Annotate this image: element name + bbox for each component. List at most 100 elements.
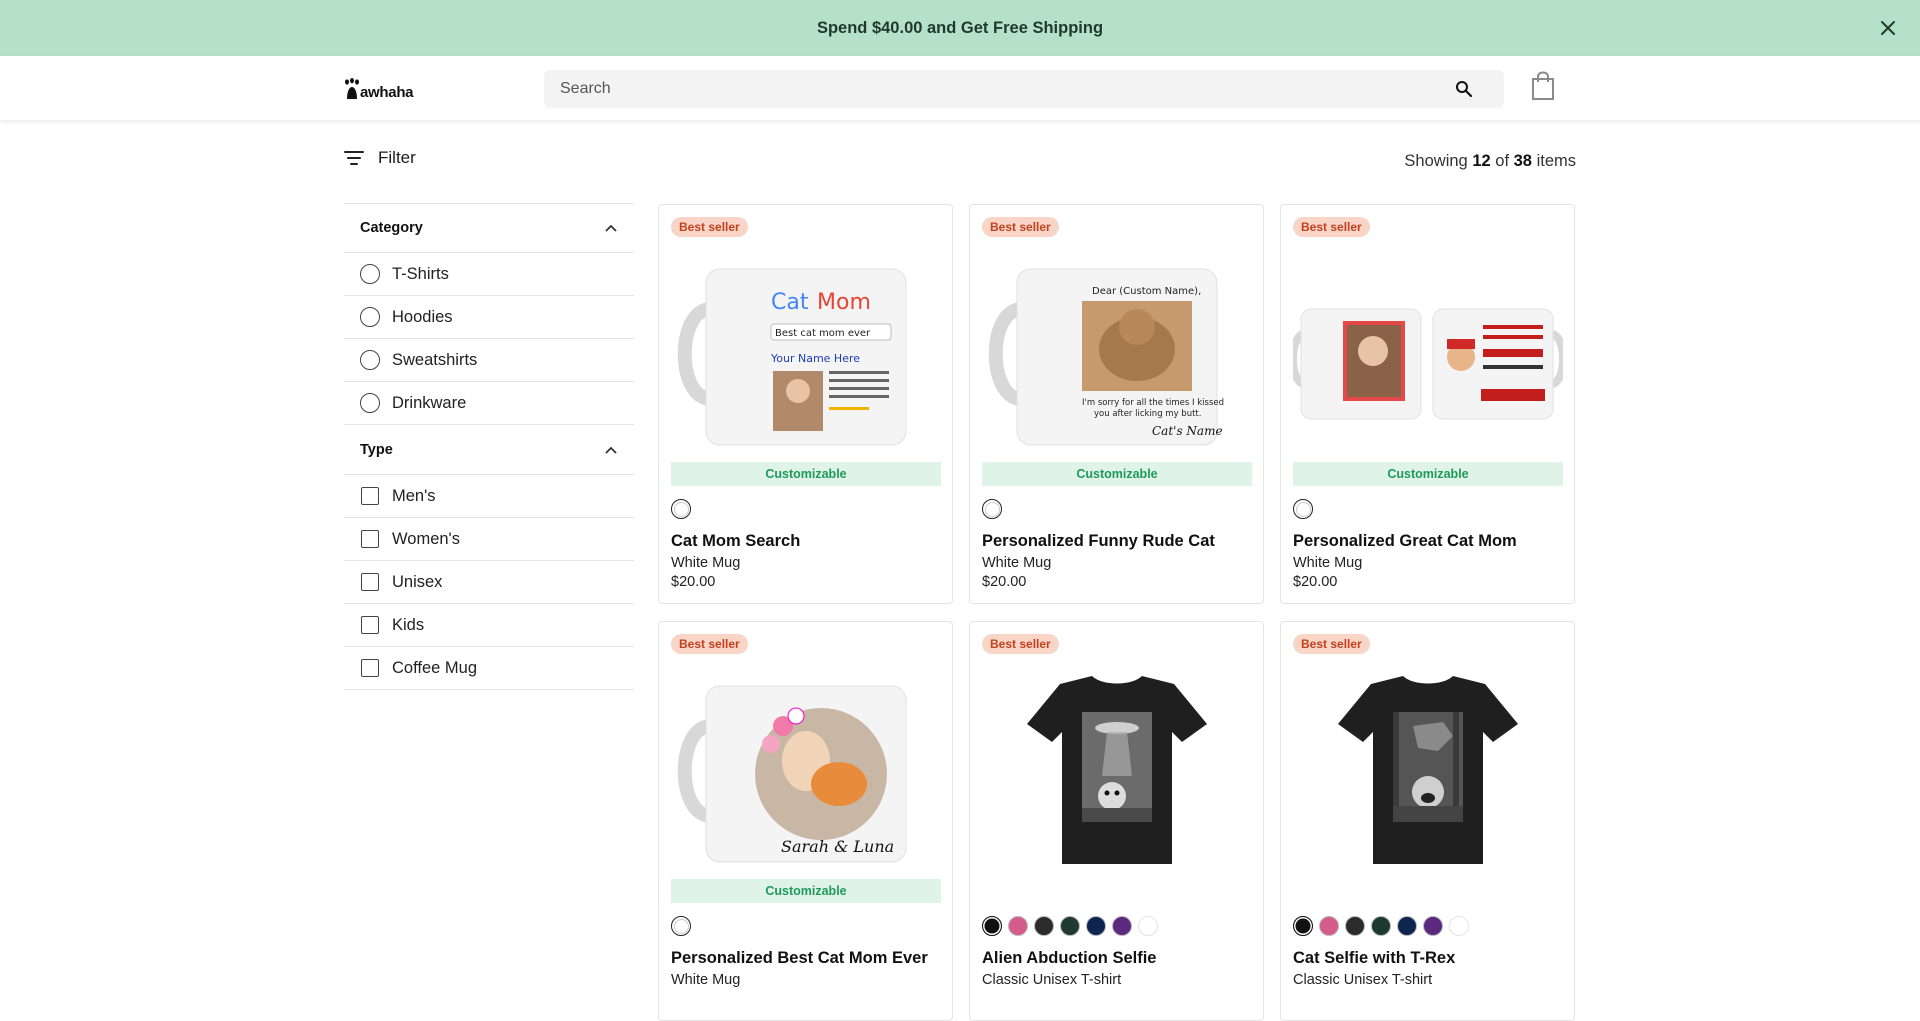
type-option-mens[interactable]: Men's — [344, 475, 634, 518]
checkbox[interactable] — [361, 487, 379, 505]
product-grid: Best seller Cat Mom Best cat mom ever Yo… — [658, 204, 1576, 1021]
showing-prefix: Showing — [1404, 152, 1468, 170]
customizable-tag: Customizable — [671, 462, 941, 486]
color-swatch-charcoal[interactable] — [1034, 916, 1054, 936]
close-icon[interactable] — [1876, 16, 1900, 40]
product-type: White Mug — [1293, 555, 1363, 571]
category-option-hoodies[interactable]: Hoodies — [344, 296, 634, 339]
product-card[interactable]: Best seller Alien Abduction Selfie Class… — [969, 621, 1264, 1021]
color-swatch-navy[interactable] — [1086, 916, 1106, 936]
radio-button[interactable] — [360, 393, 380, 413]
svg-text:I'm sorry for all the times I: I'm sorry for all the times I kissed — [1082, 398, 1224, 408]
items-word: items — [1536, 152, 1576, 170]
option-label: Drinkware — [392, 393, 467, 412]
product-card[interactable]: Best seller Cat Selfie with T-Rex Classi… — [1280, 621, 1575, 1021]
color-swatch-white[interactable] — [1449, 916, 1469, 936]
category-option-sweatshirts[interactable]: Sweatshirts — [344, 339, 634, 382]
category-option-tshirts[interactable]: T-Shirts — [344, 253, 634, 296]
type-section-header[interactable]: Type — [344, 425, 634, 475]
product-image[interactable] — [982, 656, 1252, 864]
checkbox[interactable] — [361, 616, 379, 634]
radio-button[interactable] — [360, 264, 380, 284]
color-swatch-white[interactable] — [1138, 916, 1158, 936]
search-input[interactable] — [560, 80, 1454, 98]
filter-icon — [344, 151, 364, 165]
best-seller-badge: Best seller — [1293, 217, 1370, 237]
color-swatch-white[interactable] — [671, 916, 691, 936]
type-option-coffee-mug[interactable]: Coffee Mug — [344, 647, 634, 690]
product-name[interactable]: Cat Mom Search — [671, 532, 800, 551]
product-card[interactable]: Best seller Dear (Custom Name), I'm sorr… — [969, 204, 1264, 604]
search-bar[interactable] — [544, 70, 1504, 108]
logo-text: awhaha — [360, 84, 414, 101]
checkbox[interactable] — [361, 573, 379, 591]
color-swatches — [982, 499, 1002, 519]
best-seller-badge: Best seller — [982, 634, 1059, 654]
color-swatches — [671, 499, 691, 519]
color-swatches — [671, 916, 691, 936]
product-type: White Mug — [982, 555, 1052, 571]
product-name[interactable]: Alien Abduction Selfie — [982, 949, 1156, 968]
option-label: Sweatshirts — [392, 350, 478, 369]
color-swatch-white[interactable] — [671, 499, 691, 519]
listing-toolbar: Filter Showing 12 of 38 items — [344, 148, 1576, 176]
type-option-kids[interactable]: Kids — [344, 604, 634, 647]
color-swatch-black[interactable] — [1293, 916, 1313, 936]
color-swatch-forest[interactable] — [1371, 916, 1391, 936]
site-logo[interactable]: awhaha — [344, 76, 414, 101]
product-image[interactable]: Cat Mom Best cat mom ever Your Name Here — [671, 239, 941, 447]
option-label: Unisex — [392, 572, 443, 591]
radio-button[interactable] — [360, 350, 380, 370]
color-swatch-black[interactable] — [982, 916, 1002, 936]
announcement-text: Spend $40.00 and Get Free Shipping — [816, 18, 1104, 37]
color-swatch-white[interactable] — [982, 499, 1002, 519]
color-swatch-white[interactable] — [1293, 499, 1313, 519]
color-swatch-purple[interactable] — [1423, 916, 1443, 936]
radio-button[interactable] — [360, 307, 380, 327]
product-card[interactable]: Best seller Cat Mom Best cat mom ever Yo… — [658, 204, 953, 604]
product-type: Classic Unisex T-shirt — [1293, 972, 1433, 988]
color-swatch-purple[interactable] — [1112, 916, 1132, 936]
filter-button[interactable]: Filter — [344, 148, 416, 168]
color-swatches — [982, 916, 1158, 936]
product-price: $20.00 — [1293, 574, 1338, 590]
color-swatch-pink[interactable] — [1008, 916, 1028, 936]
svg-text:Sarah & Luna: Sarah & Luna — [781, 837, 894, 856]
product-name[interactable]: Cat Selfie with T-Rex — [1293, 949, 1455, 968]
option-label: Kids — [392, 615, 425, 634]
product-image[interactable]: Dear (Custom Name), I'm sorry for all th… — [982, 239, 1252, 447]
checkbox[interactable] — [361, 659, 379, 677]
filter-sidebar: Category T-Shirts Hoodies Sweatshirts Dr… — [344, 203, 634, 690]
checkbox[interactable] — [361, 530, 379, 548]
product-image[interactable] — [1293, 239, 1563, 447]
customizable-tag: Customizable — [671, 879, 941, 903]
color-swatch-charcoal[interactable] — [1345, 916, 1365, 936]
results-count: Showing 12 of 38 items — [1404, 152, 1576, 171]
product-name[interactable]: Personalized Funny Rude Cat — [982, 532, 1215, 551]
customizable-tag: Customizable — [982, 462, 1252, 486]
search-icon[interactable] — [1454, 79, 1474, 99]
product-type: White Mug — [671, 555, 741, 571]
option-label: Hoodies — [392, 307, 453, 326]
product-type: White Mug — [671, 972, 741, 988]
shopping-bag-icon[interactable] — [1530, 71, 1556, 101]
product-name[interactable]: Personalized Great Cat Mom — [1293, 532, 1517, 551]
product-name[interactable]: Personalized Best Cat Mom Ever — [671, 949, 928, 968]
product-image[interactable]: Sarah & Luna — [671, 656, 941, 864]
type-title: Type — [360, 441, 393, 458]
product-image[interactable] — [1293, 656, 1563, 864]
svg-text:Cat's Name: Cat's Name — [1152, 424, 1223, 438]
color-swatch-forest[interactable] — [1060, 916, 1080, 936]
option-label: Coffee Mug — [392, 658, 477, 677]
category-option-drinkware[interactable]: Drinkware — [344, 382, 634, 425]
option-label: Men's — [392, 486, 436, 505]
color-swatch-pink[interactable] — [1319, 916, 1339, 936]
category-section-header[interactable]: Category — [344, 203, 634, 253]
product-card[interactable]: Best seller Customizable Personalized Gr… — [1280, 204, 1575, 604]
product-card[interactable]: Best seller Sarah & Luna Customizable Pe… — [658, 621, 953, 1021]
type-option-unisex[interactable]: Unisex — [344, 561, 634, 604]
type-option-womens[interactable]: Women's — [344, 518, 634, 561]
svg-text:Cat: Cat — [771, 290, 809, 315]
color-swatch-navy[interactable] — [1397, 916, 1417, 936]
color-swatches — [1293, 916, 1469, 936]
